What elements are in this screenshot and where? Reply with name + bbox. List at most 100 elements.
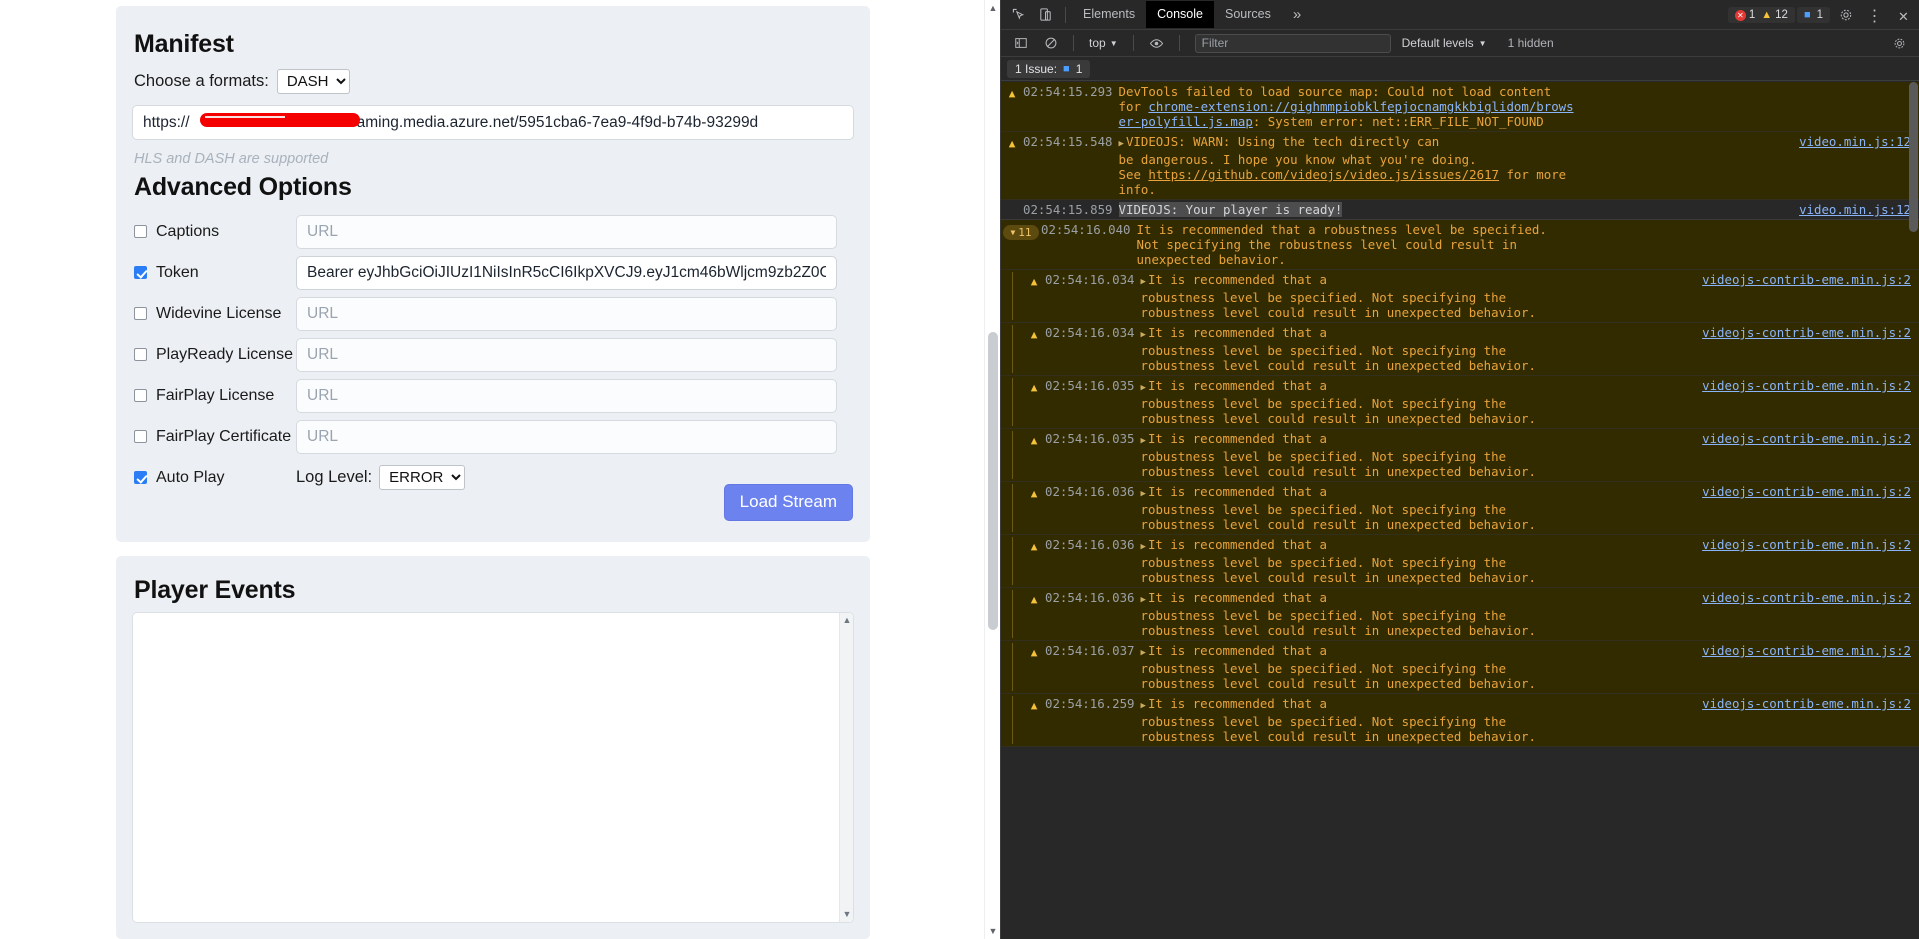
- expand-arrow-icon[interactable]: ▶: [1141, 330, 1148, 340]
- console-message[interactable]: ▲ 02:54:16.037 ▶ It is recommended that a ro…: [1001, 641, 1919, 694]
- option-field: [296, 214, 837, 249]
- tab-console[interactable]: Console: [1146, 1, 1214, 28]
- scroll-down-icon[interactable]: ▼: [840, 908, 854, 921]
- option-checkbox-group[interactable]: Widevine License: [116, 305, 296, 323]
- option-checkbox-group[interactable]: FairPlay Certificate: [116, 428, 296, 446]
- console-source-link[interactable]: videojs-contrib-eme.min.js:2: [1702, 484, 1911, 499]
- option-checkbox-group[interactable]: PlayReady License: [116, 346, 296, 364]
- page-scroll-down-icon[interactable]: ▼: [985, 923, 1000, 939]
- console-source-link[interactable]: videojs-contrib-eme.min.js:2: [1702, 537, 1911, 552]
- player-events-log[interactable]: ▲ ▼: [132, 612, 854, 923]
- console-message[interactable]: ▲ 02:54:16.034 ▶ It is recommended that a ro…: [1001, 270, 1919, 323]
- issues-pill[interactable]: 1 Issue: ■ 1: [1007, 59, 1091, 78]
- error-count-badge[interactable]: ✕ 1: [1734, 9, 1755, 21]
- expand-arrow-icon[interactable]: ▶: [1141, 701, 1148, 711]
- console-message[interactable]: ▲ 02:54:15.293 DevTools failed to load sou…: [1001, 82, 1919, 132]
- console-source-link[interactable]: videojs-contrib-eme.min.js:2: [1702, 643, 1911, 658]
- option-checkbox-group[interactable]: Token: [116, 264, 296, 282]
- option-checkbox[interactable]: [134, 307, 147, 320]
- console-text: It is recommended that a: [1147, 378, 1327, 393]
- option-url-input[interactable]: [296, 296, 837, 331]
- console-message-list[interactable]: ▲ 02:54:15.293 DevTools failed to load sou…: [1001, 82, 1919, 939]
- format-select[interactable]: DASHHLS: [276, 69, 350, 94]
- issue-status-badges[interactable]: ✕ 1 ▲ 12: [1727, 7, 1795, 23]
- expand-arrow-icon[interactable]: ▶: [1141, 489, 1148, 499]
- group-count-badge[interactable]: ▼ 11: [1001, 222, 1041, 267]
- console-scrollbar-thumb[interactable]: [1909, 82, 1918, 232]
- option-checkbox[interactable]: [134, 389, 147, 402]
- tab-elements[interactable]: Elements: [1072, 1, 1146, 28]
- console-message[interactable]: ▲ 02:54:16.036 ▶ It is recommended that a ro…: [1001, 482, 1919, 535]
- console-scrollbar[interactable]: [1908, 82, 1919, 939]
- console-message[interactable]: ▲ 02:54:16.036 ▶ It is recommended that a ro…: [1001, 535, 1919, 588]
- loglevel-select[interactable]: ERRORWARNINFODEBUGOFF: [379, 465, 466, 490]
- page-scroll-up-icon[interactable]: ▲: [985, 0, 1000, 16]
- console-message[interactable]: ▲ 02:54:15.548 ▶ VIDEOJS: WARN: Using the t…: [1001, 132, 1919, 200]
- console-link[interactable]: chrome-extension://gighmmpiobklfepjocnam…: [1148, 99, 1573, 114]
- tab-sources[interactable]: Sources: [1214, 1, 1282, 28]
- option-url-input[interactable]: [296, 337, 837, 372]
- console-source-link[interactable]: videojs-contrib-eme.min.js:2: [1702, 431, 1911, 446]
- clear-console-icon[interactable]: [1037, 30, 1064, 56]
- option-checkbox[interactable]: [134, 266, 147, 279]
- console-settings-gear-icon[interactable]: [1886, 31, 1913, 57]
- autoplay-checkbox-group[interactable]: Auto Play: [116, 469, 296, 487]
- console-message[interactable]: ▲ 02:54:16.035 ▶ It is recommended that a ro…: [1001, 429, 1919, 482]
- console-sidebar-icon[interactable]: [1007, 30, 1034, 56]
- expand-arrow-icon[interactable]: ▶: [1141, 277, 1148, 287]
- console-source-link[interactable]: videojs-contrib-eme.min.js:2: [1702, 378, 1911, 393]
- option-checkbox[interactable]: [134, 430, 147, 443]
- format-hint: HLS and DASH are supported: [134, 151, 329, 167]
- console-filter-input[interactable]: [1194, 33, 1391, 53]
- console-message[interactable]: ▲ 02:54:16.036 ▶ It is recommended that a ro…: [1001, 588, 1919, 641]
- option-row: Widevine License: [116, 293, 870, 334]
- message-count-badge[interactable]: ■ 1: [1796, 7, 1830, 23]
- execution-context-select[interactable]: top ▼: [1083, 36, 1124, 50]
- close-devtools-icon[interactable]: ✕: [1890, 2, 1917, 28]
- console-link[interactable]: er-polyfill.js.map: [1119, 114, 1253, 129]
- hidden-messages-count[interactable]: 1 hidden: [1508, 36, 1554, 50]
- settings-gear-icon[interactable]: [1832, 2, 1859, 28]
- expand-arrow-icon[interactable]: ▶: [1141, 648, 1148, 658]
- live-expression-eye-icon[interactable]: [1143, 30, 1170, 56]
- load-stream-button[interactable]: Load Stream: [723, 484, 853, 521]
- option-url-input[interactable]: [296, 378, 837, 413]
- console-source-link[interactable]: video.min.js:12: [1799, 202, 1911, 217]
- log-levels-select[interactable]: Default levels ▼: [1394, 36, 1495, 50]
- option-checkbox-group[interactable]: FairPlay License: [116, 387, 296, 405]
- option-checkbox-group[interactable]: Captions: [116, 223, 296, 241]
- console-source-link[interactable]: videojs-contrib-eme.min.js:2: [1702, 590, 1911, 605]
- expand-arrow-icon[interactable]: ▶: [1141, 595, 1148, 605]
- console-group-indent: [1012, 378, 1023, 426]
- console-message[interactable]: ▲ 02:54:16.259 ▶ It is recommended that a ro…: [1001, 694, 1919, 747]
- console-message[interactable]: ▼ 11 02:54:16.040 It is recommended that a …: [1001, 220, 1919, 270]
- page-scrollbar[interactable]: ▲ ▼: [984, 0, 1000, 939]
- device-toolbar-icon[interactable]: [1032, 2, 1059, 28]
- console-message[interactable]: ▲ 02:54:16.035 ▶ It is recommended that a ro…: [1001, 376, 1919, 429]
- expand-arrow-icon[interactable]: ▶: [1141, 383, 1148, 393]
- option-checkbox[interactable]: [134, 225, 147, 238]
- console-message[interactable]: 02:54:15.859 VIDEOJS: Your player is read…: [1001, 200, 1919, 220]
- warning-count-badge[interactable]: ▲ 12: [1761, 9, 1788, 21]
- autoplay-checkbox[interactable]: [134, 471, 147, 484]
- inspect-element-icon[interactable]: [1005, 2, 1032, 28]
- console-text: robustness level could result in unexpec…: [1140, 623, 1536, 638]
- console-link[interactable]: https://github.com/videojs/video.js/issu…: [1148, 167, 1499, 182]
- console-message[interactable]: ▲ 02:54:16.034 ▶ It is recommended that a ro…: [1001, 323, 1919, 376]
- console-source-link[interactable]: videojs-contrib-eme.min.js:2: [1702, 325, 1911, 340]
- player-events-scrollbar[interactable]: ▲ ▼: [839, 613, 853, 922]
- console-source-link[interactable]: videojs-contrib-eme.min.js:2: [1702, 272, 1911, 287]
- console-source-link[interactable]: videojs-contrib-eme.min.js:2: [1702, 696, 1911, 711]
- console-source-link[interactable]: video.min.js:12: [1799, 134, 1911, 149]
- scroll-up-icon[interactable]: ▲: [840, 614, 854, 627]
- more-tabs-icon[interactable]: »: [1282, 6, 1312, 23]
- expand-arrow-icon[interactable]: ▶: [1141, 436, 1148, 446]
- option-url-input[interactable]: [296, 255, 837, 290]
- option-checkbox[interactable]: [134, 348, 147, 361]
- option-url-input[interactable]: [296, 214, 837, 249]
- expand-arrow-icon[interactable]: ▶: [1119, 139, 1126, 149]
- more-options-icon[interactable]: ⋮: [1861, 2, 1888, 28]
- option-url-input[interactable]: [296, 419, 837, 454]
- page-scrollbar-thumb[interactable]: [988, 332, 998, 630]
- expand-arrow-icon[interactable]: ▶: [1141, 542, 1148, 552]
